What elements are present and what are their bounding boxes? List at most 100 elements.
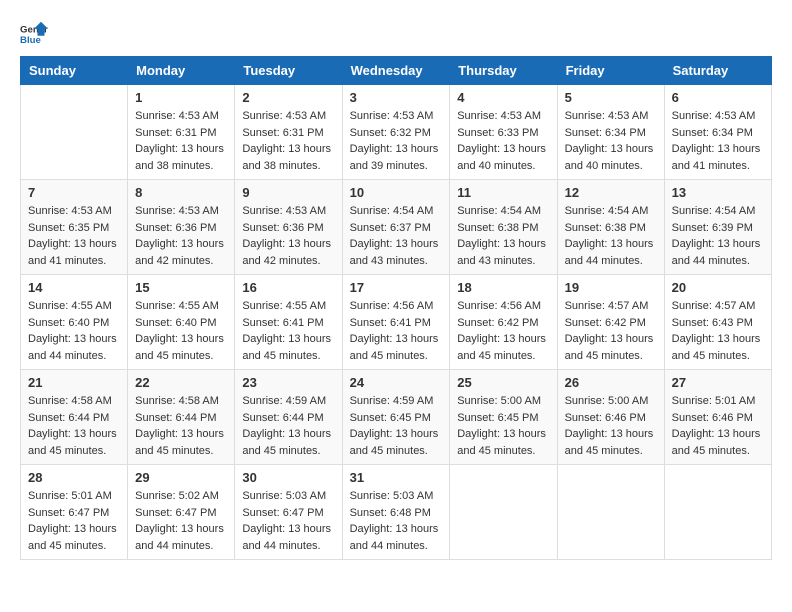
day-info: Sunrise: 5:01 AMSunset: 6:47 PMDaylight:… xyxy=(28,488,120,554)
day-number: 9 xyxy=(242,185,334,200)
day-number: 11 xyxy=(457,185,549,200)
day-info: Sunrise: 4:53 AMSunset: 6:35 PMDaylight:… xyxy=(28,203,120,269)
day-info: Sunrise: 5:03 AMSunset: 6:47 PMDaylight:… xyxy=(242,488,334,554)
day-info: Sunrise: 5:02 AMSunset: 6:47 PMDaylight:… xyxy=(135,488,227,554)
day-info: Sunrise: 4:53 AMSunset: 6:36 PMDaylight:… xyxy=(135,203,227,269)
calendar-cell: 19 Sunrise: 4:57 AMSunset: 6:42 PMDaylig… xyxy=(557,275,664,370)
day-number: 27 xyxy=(672,375,764,390)
calendar: SundayMondayTuesdayWednesdayThursdayFrid… xyxy=(20,56,772,560)
day-number: 5 xyxy=(565,90,657,105)
calendar-cell: 12 Sunrise: 4:54 AMSunset: 6:38 PMDaylig… xyxy=(557,180,664,275)
day-number: 29 xyxy=(135,470,227,485)
calendar-cell: 30 Sunrise: 5:03 AMSunset: 6:47 PMDaylig… xyxy=(235,465,342,560)
calendar-cell xyxy=(21,85,128,180)
day-info: Sunrise: 4:54 AMSunset: 6:39 PMDaylight:… xyxy=(672,203,764,269)
calendar-cell: 21 Sunrise: 4:58 AMSunset: 6:44 PMDaylig… xyxy=(21,370,128,465)
calendar-cell: 10 Sunrise: 4:54 AMSunset: 6:37 PMDaylig… xyxy=(342,180,450,275)
day-number: 17 xyxy=(350,280,443,295)
day-number: 15 xyxy=(135,280,227,295)
calendar-cell xyxy=(450,465,557,560)
day-info: Sunrise: 4:57 AMSunset: 6:42 PMDaylight:… xyxy=(565,298,657,364)
day-number: 16 xyxy=(242,280,334,295)
day-number: 31 xyxy=(350,470,443,485)
day-info: Sunrise: 5:00 AMSunset: 6:45 PMDaylight:… xyxy=(457,393,549,459)
day-info: Sunrise: 4:53 AMSunset: 6:34 PMDaylight:… xyxy=(565,108,657,174)
day-number: 10 xyxy=(350,185,443,200)
day-info: Sunrise: 4:53 AMSunset: 6:32 PMDaylight:… xyxy=(350,108,443,174)
calendar-cell: 28 Sunrise: 5:01 AMSunset: 6:47 PMDaylig… xyxy=(21,465,128,560)
day-info: Sunrise: 5:01 AMSunset: 6:46 PMDaylight:… xyxy=(672,393,764,459)
day-info: Sunrise: 4:58 AMSunset: 6:44 PMDaylight:… xyxy=(135,393,227,459)
day-info: Sunrise: 4:59 AMSunset: 6:44 PMDaylight:… xyxy=(242,393,334,459)
day-info: Sunrise: 4:58 AMSunset: 6:44 PMDaylight:… xyxy=(28,393,120,459)
svg-text:Blue: Blue xyxy=(20,35,41,46)
calendar-cell: 20 Sunrise: 4:57 AMSunset: 6:43 PMDaylig… xyxy=(664,275,771,370)
calendar-cell: 17 Sunrise: 4:56 AMSunset: 6:41 PMDaylig… xyxy=(342,275,450,370)
calendar-cell: 1 Sunrise: 4:53 AMSunset: 6:31 PMDayligh… xyxy=(128,85,235,180)
day-info: Sunrise: 4:54 AMSunset: 6:38 PMDaylight:… xyxy=(565,203,657,269)
calendar-cell: 24 Sunrise: 4:59 AMSunset: 6:45 PMDaylig… xyxy=(342,370,450,465)
weekday-header-tuesday: Tuesday xyxy=(235,57,342,85)
weekday-header-wednesday: Wednesday xyxy=(342,57,450,85)
day-info: Sunrise: 5:00 AMSunset: 6:46 PMDaylight:… xyxy=(565,393,657,459)
calendar-cell: 7 Sunrise: 4:53 AMSunset: 6:35 PMDayligh… xyxy=(21,180,128,275)
day-info: Sunrise: 4:54 AMSunset: 6:37 PMDaylight:… xyxy=(350,203,443,269)
calendar-cell: 29 Sunrise: 5:02 AMSunset: 6:47 PMDaylig… xyxy=(128,465,235,560)
calendar-cell: 14 Sunrise: 4:55 AMSunset: 6:40 PMDaylig… xyxy=(21,275,128,370)
day-number: 3 xyxy=(350,90,443,105)
day-info: Sunrise: 5:03 AMSunset: 6:48 PMDaylight:… xyxy=(350,488,443,554)
calendar-cell: 16 Sunrise: 4:55 AMSunset: 6:41 PMDaylig… xyxy=(235,275,342,370)
day-number: 7 xyxy=(28,185,120,200)
logo-icon: General Blue xyxy=(20,20,48,48)
day-number: 4 xyxy=(457,90,549,105)
day-number: 18 xyxy=(457,280,549,295)
calendar-cell: 13 Sunrise: 4:54 AMSunset: 6:39 PMDaylig… xyxy=(664,180,771,275)
logo: General Blue xyxy=(20,20,48,48)
day-info: Sunrise: 4:53 AMSunset: 6:36 PMDaylight:… xyxy=(242,203,334,269)
calendar-cell xyxy=(557,465,664,560)
day-info: Sunrise: 4:55 AMSunset: 6:41 PMDaylight:… xyxy=(242,298,334,364)
day-number: 25 xyxy=(457,375,549,390)
calendar-cell: 25 Sunrise: 5:00 AMSunset: 6:45 PMDaylig… xyxy=(450,370,557,465)
weekday-header-sunday: Sunday xyxy=(21,57,128,85)
day-number: 2 xyxy=(242,90,334,105)
day-number: 19 xyxy=(565,280,657,295)
calendar-cell: 9 Sunrise: 4:53 AMSunset: 6:36 PMDayligh… xyxy=(235,180,342,275)
day-number: 28 xyxy=(28,470,120,485)
calendar-cell: 8 Sunrise: 4:53 AMSunset: 6:36 PMDayligh… xyxy=(128,180,235,275)
calendar-cell: 4 Sunrise: 4:53 AMSunset: 6:33 PMDayligh… xyxy=(450,85,557,180)
calendar-cell: 2 Sunrise: 4:53 AMSunset: 6:31 PMDayligh… xyxy=(235,85,342,180)
day-info: Sunrise: 4:53 AMSunset: 6:31 PMDaylight:… xyxy=(135,108,227,174)
day-info: Sunrise: 4:53 AMSunset: 6:31 PMDaylight:… xyxy=(242,108,334,174)
calendar-cell: 3 Sunrise: 4:53 AMSunset: 6:32 PMDayligh… xyxy=(342,85,450,180)
calendar-cell: 18 Sunrise: 4:56 AMSunset: 6:42 PMDaylig… xyxy=(450,275,557,370)
calendar-cell: 27 Sunrise: 5:01 AMSunset: 6:46 PMDaylig… xyxy=(664,370,771,465)
weekday-header-saturday: Saturday xyxy=(664,57,771,85)
calendar-cell: 5 Sunrise: 4:53 AMSunset: 6:34 PMDayligh… xyxy=(557,85,664,180)
day-info: Sunrise: 4:59 AMSunset: 6:45 PMDaylight:… xyxy=(350,393,443,459)
day-number: 1 xyxy=(135,90,227,105)
calendar-cell: 31 Sunrise: 5:03 AMSunset: 6:48 PMDaylig… xyxy=(342,465,450,560)
calendar-cell: 15 Sunrise: 4:55 AMSunset: 6:40 PMDaylig… xyxy=(128,275,235,370)
day-info: Sunrise: 4:53 AMSunset: 6:34 PMDaylight:… xyxy=(672,108,764,174)
calendar-cell: 23 Sunrise: 4:59 AMSunset: 6:44 PMDaylig… xyxy=(235,370,342,465)
day-info: Sunrise: 4:53 AMSunset: 6:33 PMDaylight:… xyxy=(457,108,549,174)
day-info: Sunrise: 4:56 AMSunset: 6:42 PMDaylight:… xyxy=(457,298,549,364)
calendar-cell: 6 Sunrise: 4:53 AMSunset: 6:34 PMDayligh… xyxy=(664,85,771,180)
day-info: Sunrise: 4:55 AMSunset: 6:40 PMDaylight:… xyxy=(135,298,227,364)
day-number: 23 xyxy=(242,375,334,390)
weekday-header-monday: Monday xyxy=(128,57,235,85)
day-info: Sunrise: 4:57 AMSunset: 6:43 PMDaylight:… xyxy=(672,298,764,364)
day-number: 24 xyxy=(350,375,443,390)
calendar-cell: 11 Sunrise: 4:54 AMSunset: 6:38 PMDaylig… xyxy=(450,180,557,275)
calendar-cell: 26 Sunrise: 5:00 AMSunset: 6:46 PMDaylig… xyxy=(557,370,664,465)
day-info: Sunrise: 4:54 AMSunset: 6:38 PMDaylight:… xyxy=(457,203,549,269)
day-number: 13 xyxy=(672,185,764,200)
day-info: Sunrise: 4:55 AMSunset: 6:40 PMDaylight:… xyxy=(28,298,120,364)
day-number: 30 xyxy=(242,470,334,485)
day-number: 14 xyxy=(28,280,120,295)
day-info: Sunrise: 4:56 AMSunset: 6:41 PMDaylight:… xyxy=(350,298,443,364)
day-number: 8 xyxy=(135,185,227,200)
day-number: 12 xyxy=(565,185,657,200)
day-number: 20 xyxy=(672,280,764,295)
